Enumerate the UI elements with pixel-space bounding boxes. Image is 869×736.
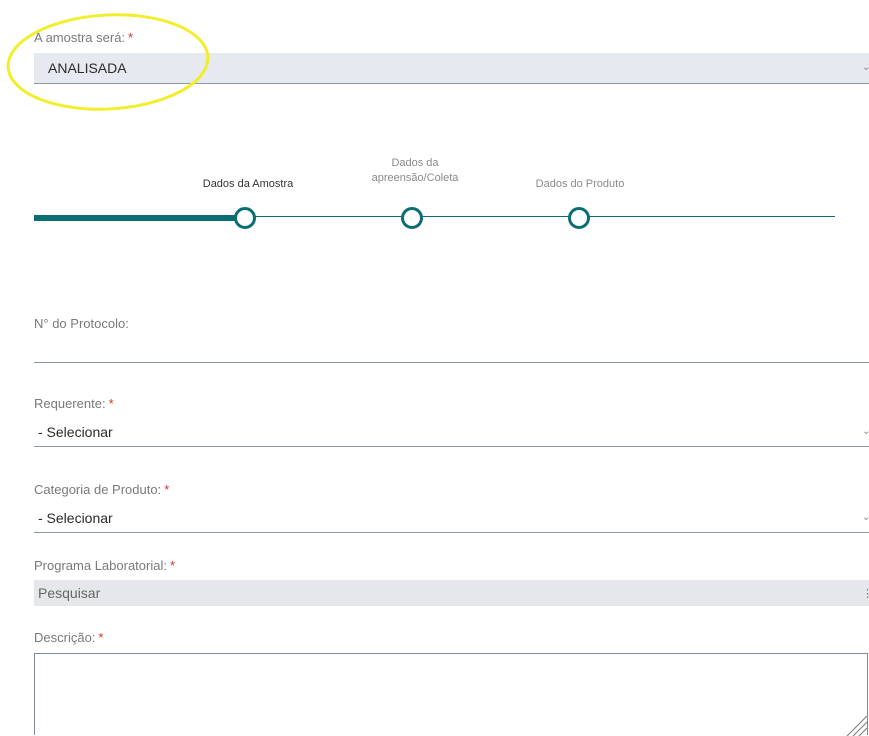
chevron-down-icon: ⌄: [862, 512, 869, 523]
step-label-dados-produto: Dados do Produto: [535, 178, 625, 190]
stepper-progress-thick: [34, 215, 246, 221]
required-asterisk: *: [164, 482, 170, 497]
programa-label: Programa Laboratorial: *: [34, 558, 176, 573]
categoria-select-value: - Selecionar: [38, 510, 113, 526]
categoria-label: Categoria de Produto: *: [34, 482, 170, 497]
programa-search-input[interactable]: Pesquisar ⋮⋮: [34, 580, 869, 606]
required-asterisk: *: [169, 558, 176, 573]
step-label-dados-amostra: Dados da Amostra: [202, 178, 294, 190]
step-circle-1[interactable]: [234, 207, 256, 229]
list-icon[interactable]: ⋮⋮: [862, 587, 869, 600]
protocolo-label: N° do Protocolo:: [34, 316, 129, 331]
protocolo-underline: [34, 362, 869, 363]
chevron-down-icon: ⌄: [862, 426, 869, 437]
required-asterisk: *: [98, 630, 104, 645]
requerente-underline: [34, 446, 869, 447]
requerente-label: Requerente: *: [34, 396, 114, 411]
required-asterisk: *: [108, 396, 114, 411]
categoria-select[interactable]: - Selecionar ⌄: [34, 504, 869, 532]
chevron-down-icon: ⌄: [862, 62, 869, 73]
step-circle-2[interactable]: [401, 207, 423, 229]
descricao-label: Descrição: *: [34, 630, 104, 645]
step-label-dados-apreensao: Dados da apreensão/Coleta: [371, 157, 459, 184]
requerente-select[interactable]: - Selecionar ⌄: [34, 418, 869, 446]
protocolo-input[interactable]: [34, 338, 869, 362]
requerente-select-value: - Selecionar: [38, 424, 113, 440]
stepper-track: [246, 216, 835, 217]
descricao-textarea[interactable]: [34, 653, 868, 736]
categoria-underline: [34, 532, 869, 533]
step-circle-3[interactable]: [568, 207, 590, 229]
highlight-ellipse: [6, 13, 210, 111]
resize-handle-icon[interactable]: [843, 710, 867, 736]
programa-search-placeholder: Pesquisar: [38, 585, 101, 601]
